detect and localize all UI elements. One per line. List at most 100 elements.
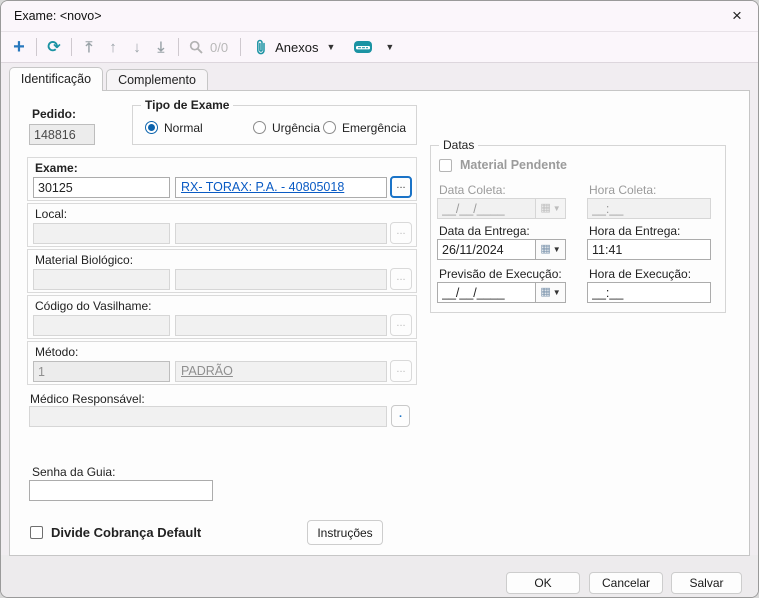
radio-emergencia[interactable] — [323, 121, 336, 134]
hora-execucao-field[interactable] — [587, 282, 711, 303]
data-entrega-calendar-button[interactable]: ▦ ▼ — [535, 239, 566, 260]
material-pendente-checkbox — [439, 159, 452, 172]
anexos-dropdown-icon[interactable]: ▼ — [326, 42, 335, 52]
ok-button[interactable]: OK — [506, 572, 580, 594]
toolbar-separator — [71, 38, 72, 56]
toolbar: + ⟳ ⤒ ↑ ↓ ⤓ 0/0 Anexos ▼ ▼ — [1, 32, 758, 63]
printer-icon — [354, 41, 373, 53]
search-icon — [189, 40, 203, 54]
tab-complemento[interactable]: Complemento — [106, 69, 208, 90]
material-biologico-name-field — [175, 269, 387, 290]
material-pendente-label: Material Pendente — [460, 158, 567, 172]
material-biologico-group: Material Biológico: ... — [27, 249, 417, 293]
calendar-icon: ▦ — [540, 202, 551, 214]
exame-name-field: RX- TORAX: P.A. - 40805018 — [175, 177, 387, 198]
divide-cobranca-label[interactable]: Divide Cobrança Default — [51, 525, 201, 540]
previsao-execucao-field[interactable] — [437, 282, 536, 303]
instrucoes-button[interactable]: Instruções — [307, 520, 383, 545]
exame-browse-button[interactable]: ... — [390, 176, 412, 198]
senha-guia-label: Senha da Guia: — [32, 465, 116, 479]
title-bar: Exame: <novo> × — [1, 1, 758, 32]
footer-bar: OK Cancelar Salvar — [1, 555, 758, 597]
metodo-name-field: PADRÃO — [175, 361, 387, 382]
datas-legend: Datas — [439, 138, 479, 152]
radio-emergencia-label[interactable]: Emergência — [342, 121, 406, 135]
toolbar-separator — [240, 38, 242, 56]
anexos-button[interactable] — [253, 35, 269, 59]
codigo-vasilhame-code-field — [33, 315, 170, 336]
tipo-exame-group: Tipo de Exame Normal Urgência Emergência — [132, 98, 417, 145]
exame-group: Exame: RX- TORAX: P.A. - 40805018 ... — [27, 157, 417, 201]
refresh-icon: ⟳ — [47, 39, 61, 56]
metodo-name-link: PADRÃO — [181, 364, 233, 378]
print-button[interactable] — [351, 35, 375, 59]
exame-label: Exame: — [35, 161, 78, 175]
exame-name-link[interactable]: RX- TORAX: P.A. - 40805018 — [181, 180, 344, 194]
medico-responsavel-label: Médico Responsável: — [30, 392, 145, 406]
tab-identificacao[interactable]: Identificação — [9, 67, 103, 91]
radio-urgencia-label[interactable]: Urgência — [272, 121, 320, 135]
previsao-execucao-label: Previsão de Execução: — [439, 267, 562, 281]
arrow-up-bar-icon: ⤒ — [85, 38, 93, 56]
divide-cobranca-checkbox[interactable] — [30, 526, 43, 539]
exam-dialog-window: Exame: <novo> × + ⟳ ⤒ ↑ ↓ ⤓ 0/0 Anexos ▼ — [0, 0, 759, 598]
codigo-vasilhame-label: Código do Vasilhame: — [35, 299, 152, 313]
exame-code-field[interactable] — [33, 177, 170, 198]
local-browse-button: ... — [390, 222, 412, 244]
hora-entrega-field[interactable] — [587, 239, 711, 260]
print-dropdown-icon[interactable]: ▼ — [385, 42, 394, 52]
anexos-label[interactable]: Anexos — [275, 40, 318, 55]
material-biologico-label: Material Biológico: — [35, 253, 134, 267]
medico-responsavel-field — [29, 406, 387, 427]
local-name-field — [175, 223, 387, 244]
codigo-vasilhame-browse-button: ... — [390, 314, 412, 336]
datas-group: Datas Material Pendente Data Coleta: ▦▼ … — [430, 138, 726, 313]
calendar-icon: ▦ — [540, 286, 551, 298]
plus-icon: + — [13, 36, 25, 58]
radio-normal[interactable] — [145, 121, 158, 134]
radio-normal-label[interactable]: Normal — [164, 121, 203, 135]
record-counter: 0/0 — [210, 39, 229, 55]
calendar-icon: ▦ — [540, 243, 551, 255]
arrow-down-icon: ↓ — [133, 38, 141, 56]
data-entrega-label: Data da Entrega: — [439, 224, 530, 238]
codigo-vasilhame-name-field — [175, 315, 387, 336]
local-code-field — [33, 223, 170, 244]
pedido-label: Pedido: — [32, 107, 76, 121]
pedido-field — [29, 124, 95, 145]
material-biologico-browse-button: ... — [390, 268, 412, 290]
first-record-button: ⤒ — [77, 35, 101, 59]
add-button[interactable]: + — [7, 35, 31, 59]
hora-entrega-label: Hora da Entrega: — [589, 224, 681, 238]
chevron-down-icon: ▼ — [552, 288, 561, 297]
previous-record-button: ↑ — [101, 35, 125, 59]
data-coleta-calendar-button: ▦ ▼ — [535, 198, 566, 219]
metodo-browse-button: ... — [390, 360, 412, 382]
material-biologico-code-field — [33, 269, 170, 290]
local-group: Local: ... — [27, 203, 417, 247]
data-coleta-label: Data Coleta: — [439, 183, 506, 197]
metodo-code-field — [33, 361, 170, 382]
refresh-button[interactable]: ⟳ — [42, 35, 66, 59]
previsao-execucao-calendar-button[interactable]: ▦ ▼ — [535, 282, 566, 303]
identificacao-tab-page: Pedido: Tipo de Exame Normal Urgência Em… — [9, 90, 750, 556]
metodo-group: Método: PADRÃO ... — [27, 341, 417, 385]
chevron-down-icon: ▼ — [552, 204, 561, 213]
last-record-button: ⤓ — [149, 35, 173, 59]
search-button — [184, 35, 208, 59]
chevron-down-icon: ▼ — [552, 245, 561, 254]
paperclip-icon — [257, 39, 265, 54]
window-title: Exame: <novo> — [14, 9, 102, 23]
data-entrega-field[interactable] — [437, 239, 536, 260]
toolbar-separator — [178, 38, 179, 56]
medico-browse-button[interactable]: . — [391, 405, 410, 427]
radio-urgencia[interactable] — [253, 121, 266, 134]
codigo-vasilhame-group: Código do Vasilhame: ... — [27, 295, 417, 339]
local-label: Local: — [35, 207, 68, 221]
senha-guia-field[interactable] — [29, 480, 213, 501]
arrow-up-icon: ↑ — [109, 38, 117, 56]
close-icon[interactable]: × — [724, 4, 750, 28]
cancelar-button[interactable]: Cancelar — [589, 572, 663, 594]
toolbar-separator — [36, 38, 37, 56]
salvar-button[interactable]: Salvar — [671, 572, 742, 594]
